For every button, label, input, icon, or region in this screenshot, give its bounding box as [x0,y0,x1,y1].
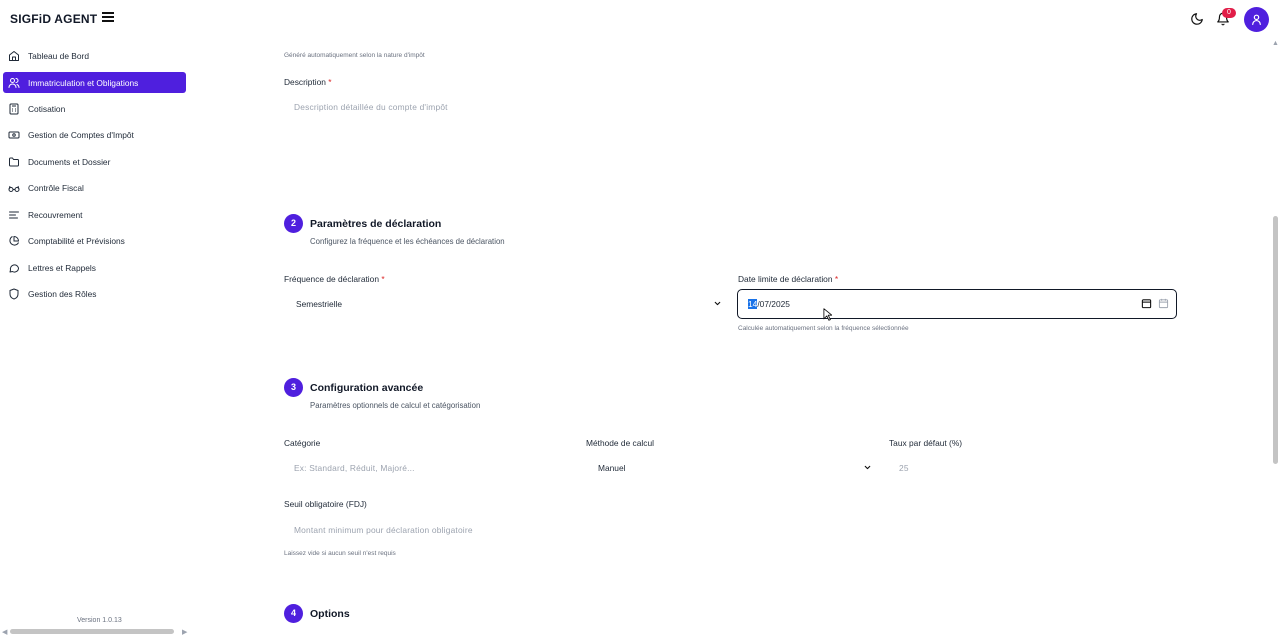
home-icon [8,50,20,62]
section-subtitle-configuration: Paramètres optionnels de calcul et catég… [310,401,481,410]
sidebar-item-label: Contrôle Fiscal [28,182,84,193]
sidebar-item-label: Documents et Dossier [28,156,111,167]
version-label: Version 1.0.13 [77,617,122,624]
default-rate-label: Taux par défaut (%) [889,438,963,448]
sidebar-item-cotisation[interactable]: Cotisation [3,98,186,119]
description-textarea[interactable]: Description détaillée du compte d'impôt [294,102,448,112]
top-bar: SIGFiD AGENT 0 [0,0,1280,40]
category-input[interactable]: Ex: Standard, Réduit, Majoré... [294,463,415,473]
category-label: Catégorie [284,438,321,448]
sidebar-item-controle-fiscal[interactable]: Contrôle Fiscal [3,177,186,198]
description-label: Description * [284,77,332,87]
folder-icon [8,156,20,168]
sidebar-item-label: Gestion des Rôles [28,288,97,299]
section-subtitle-parametres: Configurez la fréquence et les échéances… [310,237,505,246]
step-number-3: 3 [284,378,303,397]
sidebar-item-label: Cotisation [28,103,66,114]
date-rest-segment[interactable]: /07/2025 [757,299,790,309]
threshold-input[interactable]: Montant minimum pour déclaration obligat… [294,525,473,535]
scrollbar-thumb[interactable] [10,629,174,634]
default-rate-input[interactable]: 25 [899,463,909,473]
user-icon [1252,14,1261,25]
scrollbar-thumb[interactable] [1273,216,1278,464]
threshold-hint: Laissez vide si aucun seuil n'est requis [284,550,396,557]
scroll-right-icon[interactable]: ▶ [182,628,187,636]
notification-badge: 0 [1222,8,1236,18]
menu-toggle-icon[interactable] [102,12,114,24]
sidebar-item-recouvrement[interactable]: Recouvrement [3,204,186,225]
chevron-down-icon[interactable] [713,299,722,308]
sidebar-item-label: Lettres et Rappels [28,262,96,273]
threshold-label: Seuil obligatoire (FDJ) [284,499,367,509]
message-icon [8,262,20,274]
user-avatar[interactable] [1244,7,1269,32]
deadline-label: Date limite de déclaration * [738,274,839,284]
sidebar-item-label: Recouvrement [28,209,83,220]
sidebar-item-lettres[interactable]: Lettres et Rappels [3,257,186,278]
frequency-select[interactable]: Semestrielle [296,299,342,309]
sidebar-item-label: Tableau de Bord [28,50,89,61]
sidebar-item-label: Comptabilité et Prévisions [28,235,125,246]
deadline-date-value[interactable]: 14/07/2025 [748,299,790,309]
users-icon [8,77,20,89]
step-number-2: 2 [284,214,303,233]
dark-mode-icon[interactable] [1190,12,1204,26]
scroll-left-icon[interactable]: ◀ [2,628,7,636]
scroll-up-icon[interactable]: ▲ [1272,40,1279,47]
deadline-hint: Calculée automatiquement selon la fréque… [738,325,909,332]
pie-chart-icon [8,235,20,247]
chevron-down-icon[interactable] [863,463,872,472]
calendar-icon [1158,298,1169,309]
step-number-4: 4 [284,604,303,623]
sidebar-item-immatriculation[interactable]: Immatriculation et Obligations [3,72,186,93]
auto-generated-hint: Généré automatiquement selon la nature d… [284,52,425,59]
mouse-cursor-icon [823,308,832,321]
date-day-segment[interactable]: 14 [748,299,758,309]
calculator-icon [8,103,20,115]
shield-icon [8,288,20,300]
sidebar-item-documents[interactable]: Documents et Dossier [3,151,186,172]
sidebar-horizontal-scrollbar[interactable]: ◀ ▶ [0,627,190,637]
banknote-icon [8,129,20,141]
sidebar-item-label: Immatriculation et Obligations [28,77,139,88]
frequency-label: Fréquence de déclaration * [284,274,385,284]
glasses-icon [8,182,20,194]
page-vertical-scrollbar[interactable]: ▲ [1270,40,1280,637]
calc-method-select[interactable]: Manuel [598,463,625,473]
calendar-picker-icon[interactable] [1141,298,1152,309]
section-title-parametres: Paramètres de déclaration [310,218,442,230]
sidebar-item-tableau-de-bord[interactable]: Tableau de Bord [3,45,186,66]
section-title-options: Options [310,608,350,620]
sidebar-item-label: Gestion de Comptes d'Impôt [28,129,134,140]
sidebar-item-comptabilite[interactable]: Comptabilité et Prévisions [3,230,186,251]
sidebar-item-roles[interactable]: Gestion des Rôles [3,283,186,304]
calc-method-label: Méthode de calcul [586,438,654,448]
section-title-configuration: Configuration avancée [310,382,424,394]
deadline-date-input[interactable]: 14/07/2025 [737,289,1177,319]
list-icon [8,209,20,221]
app-title: SIGFiD AGENT [10,12,98,26]
sidebar-item-comptes-impot[interactable]: Gestion de Comptes d'Impôt [3,124,186,145]
